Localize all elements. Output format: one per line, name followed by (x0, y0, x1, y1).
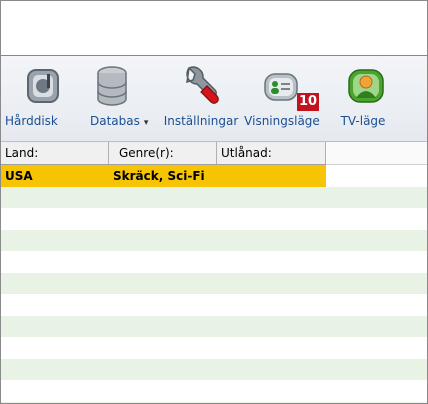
table-row[interactable] (1, 358, 427, 380)
cell-genre: Skräck, Sci-Fi (113, 169, 205, 183)
hard-disk-icon (27, 69, 59, 103)
table-row[interactable] (1, 251, 427, 273)
settings-button[interactable]: Inställningar (161, 56, 241, 141)
chevron-down-icon[interactable]: ▾ (144, 118, 149, 128)
table-row[interactable] (1, 337, 427, 359)
table-header: Land: Genre(r): Utlånad: (1, 142, 326, 165)
table-row[interactable] (1, 380, 427, 402)
tv-mode-button[interactable]: TV-läge (331, 56, 395, 141)
hard-disk-button[interactable]: Hårddisk (1, 56, 61, 141)
cell-land: USA (5, 169, 33, 183)
selected-table-row[interactable]: USA Skräck, Sci-Fi (1, 165, 326, 187)
table-row[interactable] (1, 294, 427, 316)
view-mode-icon (264, 73, 298, 101)
database-label: Databas ▾ (85, 114, 161, 128)
view-mode-label: Visningsläge (244, 114, 320, 128)
table-body (1, 165, 427, 403)
top-panel (1, 1, 427, 56)
column-header-land[interactable]: Land: (1, 142, 109, 164)
column-header-genre[interactable]: Genre(r): (109, 142, 217, 164)
app-window: Hårddisk Databas ▾ Inställningar Visning… (0, 0, 428, 404)
tv-mode-icon (348, 69, 384, 103)
toolbar: Hårddisk Databas ▾ Inställningar Visning… (1, 56, 427, 142)
database-label-text: Databas (90, 114, 140, 128)
table-row[interactable] (1, 229, 427, 251)
settings-label: Inställningar (163, 114, 239, 128)
table-row[interactable] (1, 315, 427, 337)
database-button[interactable]: Databas ▾ (85, 56, 161, 141)
table-row[interactable] (1, 186, 427, 208)
step-number-badge: 10 (297, 93, 319, 111)
hard-disk-label: Hårddisk (5, 114, 58, 128)
tv-mode-label: TV-läge (340, 114, 386, 128)
column-header-utlanad[interactable]: Utlånad: (217, 142, 326, 164)
table-row[interactable] (1, 208, 427, 230)
wrench-icon (186, 66, 219, 104)
table-header-filler (326, 142, 427, 165)
database-icon (97, 66, 127, 106)
table-row[interactable] (1, 272, 427, 294)
